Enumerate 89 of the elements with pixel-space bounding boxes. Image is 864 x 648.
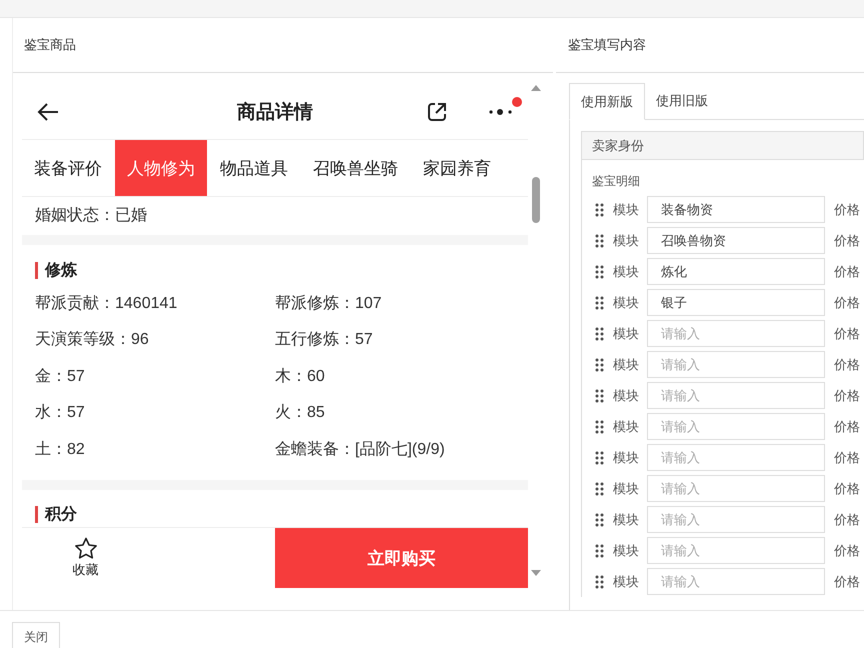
version-tab[interactable]: 使用新版 bbox=[569, 83, 645, 120]
category-tab[interactable]: 物品道具 bbox=[208, 140, 300, 196]
price-label: 价格 bbox=[834, 418, 860, 436]
price-label: 价格 bbox=[834, 542, 860, 560]
price-label: 价格 bbox=[834, 324, 860, 342]
drag-handle-icon[interactable] bbox=[595, 482, 604, 496]
section-marker bbox=[35, 262, 38, 278]
drag-handle-icon[interactable] bbox=[595, 420, 604, 434]
drag-handle-icon[interactable] bbox=[595, 544, 604, 558]
module-input[interactable]: 炼化 bbox=[647, 258, 825, 285]
price-label: 价格 bbox=[834, 262, 860, 280]
section-title: 积分 bbox=[45, 504, 77, 525]
module-label: 模块 bbox=[613, 386, 639, 404]
price-label: 价格 bbox=[834, 200, 860, 218]
module-input[interactable]: 银子 bbox=[647, 289, 825, 316]
panel-title: 鉴宝填写内容 bbox=[568, 36, 646, 54]
module-input[interactable]: 请输入 bbox=[647, 351, 825, 378]
module-input[interactable]: 请输入 bbox=[647, 568, 825, 595]
price-label: 价格 bbox=[834, 232, 860, 250]
detail-label: 鉴宝明细 bbox=[592, 173, 640, 190]
favorite-button[interactable]: 收藏 bbox=[22, 528, 275, 588]
section-marker bbox=[35, 506, 38, 523]
module-label: 模块 bbox=[613, 324, 639, 342]
drag-handle-icon[interactable] bbox=[595, 358, 604, 372]
scroll-down-icon[interactable] bbox=[531, 570, 541, 576]
module-label: 模块 bbox=[613, 542, 639, 560]
price-label: 价格 bbox=[834, 356, 860, 374]
module-label: 模块 bbox=[613, 480, 639, 498]
module-label: 模块 bbox=[613, 572, 639, 590]
drag-handle-icon[interactable] bbox=[595, 264, 604, 278]
price-label: 价格 bbox=[834, 294, 860, 312]
panel-title: 鉴宝商品 bbox=[24, 36, 76, 54]
module-label: 模块 bbox=[613, 510, 639, 528]
module-label: 模块 bbox=[613, 448, 639, 466]
page-title: 商品详情 bbox=[237, 100, 313, 125]
module-input[interactable]: 请输入 bbox=[647, 320, 825, 347]
attribute-text: 土：82 bbox=[35, 440, 86, 460]
back-icon[interactable] bbox=[36, 102, 60, 122]
more-icon[interactable] bbox=[488, 107, 514, 117]
module-input[interactable]: 请输入 bbox=[647, 506, 825, 533]
module-input[interactable]: 请输入 bbox=[647, 444, 825, 471]
marriage-status: 婚姻状态：已婚 bbox=[35, 206, 147, 226]
category-tab[interactable]: 家园养育 bbox=[411, 140, 503, 196]
category-tab[interactable]: 召唤兽坐骑 bbox=[301, 140, 410, 196]
category-tab[interactable]: 装备评价 bbox=[22, 140, 114, 196]
module-label: 模块 bbox=[613, 418, 639, 436]
attribute-text: 水：57 bbox=[35, 402, 86, 424]
module-label: 模块 bbox=[613, 200, 639, 218]
drag-handle-icon[interactable] bbox=[595, 388, 604, 402]
module-label: 模块 bbox=[613, 232, 639, 250]
module-input[interactable]: 请输入 bbox=[647, 413, 825, 440]
price-label: 价格 bbox=[834, 572, 860, 590]
scroll-up-icon[interactable] bbox=[531, 85, 541, 91]
module-input[interactable]: 请输入 bbox=[647, 382, 825, 409]
drag-handle-icon[interactable] bbox=[595, 574, 604, 588]
price-label: 价格 bbox=[834, 510, 860, 528]
drag-handle-icon[interactable] bbox=[595, 296, 604, 310]
module-label: 模块 bbox=[613, 294, 639, 312]
section-title: 修炼 bbox=[45, 260, 77, 280]
version-tab[interactable]: 使用旧版 bbox=[645, 83, 719, 119]
drag-handle-icon[interactable] bbox=[595, 512, 604, 526]
module-input[interactable]: 请输入 bbox=[647, 537, 825, 564]
drag-handle-icon[interactable] bbox=[595, 234, 604, 248]
attribute-text: 帮派贡献：1460141 bbox=[35, 294, 178, 314]
attribute-text: 木：60 bbox=[275, 366, 326, 387]
category-tab[interactable]: 人物修为 bbox=[115, 140, 207, 196]
seller-section-header: 卖家身份 bbox=[581, 131, 864, 160]
price-label: 价格 bbox=[834, 386, 860, 404]
attribute-text: 帮派修炼：107 bbox=[275, 294, 383, 314]
module-input[interactable]: 装备物资 bbox=[647, 196, 825, 223]
price-label: 价格 bbox=[834, 448, 860, 466]
module-input[interactable]: 请输入 bbox=[647, 475, 825, 502]
attribute-text: 天演策等级：96 bbox=[35, 330, 150, 350]
attribute-text: 火：85 bbox=[275, 402, 326, 424]
scrollbar-thumb[interactable] bbox=[532, 177, 540, 223]
close-button[interactable]: 关闭 bbox=[12, 622, 60, 648]
attribute-text: 金：57 bbox=[35, 366, 86, 387]
attribute-text: 五行修炼：57 bbox=[275, 330, 374, 350]
price-label: 价格 bbox=[834, 480, 860, 498]
star-icon bbox=[74, 537, 98, 559]
drag-handle-icon[interactable] bbox=[595, 450, 604, 464]
module-label: 模块 bbox=[613, 356, 639, 374]
drag-handle-icon[interactable] bbox=[595, 202, 604, 216]
attribute-text: 金蟾装备：[品阶七](9/9) bbox=[275, 440, 446, 460]
buy-now-button[interactable]: 立即购买 bbox=[275, 528, 528, 588]
module-input[interactable]: 召唤兽物资 bbox=[647, 227, 825, 254]
drag-handle-icon[interactable] bbox=[595, 326, 604, 340]
share-icon[interactable] bbox=[426, 101, 448, 123]
module-label: 模块 bbox=[613, 262, 639, 280]
